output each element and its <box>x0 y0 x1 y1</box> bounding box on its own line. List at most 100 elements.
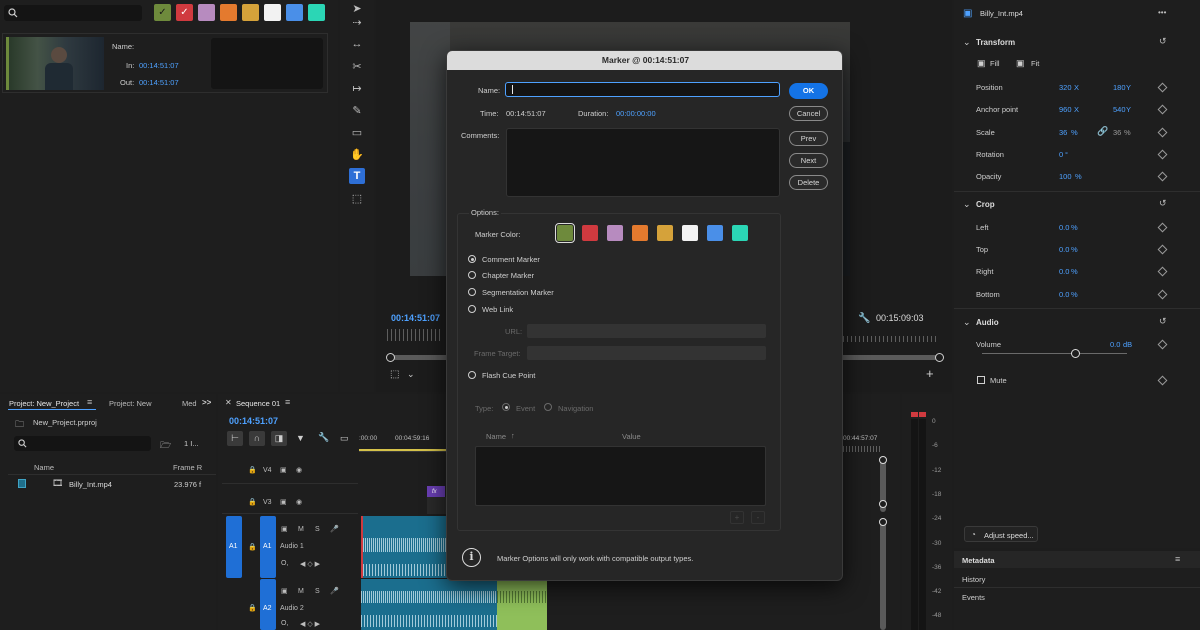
cancel-button[interactable]: Cancel <box>789 106 828 121</box>
safe-margins-icon[interactable]: ⬚ <box>390 369 399 380</box>
col-name-header[interactable]: Name <box>486 432 506 441</box>
rotation-value[interactable]: 0 <box>1059 150 1063 159</box>
delete-button[interactable]: Delete <box>789 175 828 190</box>
v-scroll-1-handle-bottom[interactable] <box>879 500 887 508</box>
transform-header[interactable]: Transform <box>976 38 1015 47</box>
crop-bottom-value[interactable]: 0.0 <box>1059 290 1069 299</box>
scroll-handle-left[interactable] <box>386 353 395 362</box>
marker-color-swatch[interactable] <box>582 225 598 241</box>
lock-icon[interactable]: 🔒 <box>248 466 257 474</box>
radio-segmentation-marker[interactable] <box>468 288 476 296</box>
marker-color-swatch[interactable] <box>555 223 575 243</box>
anchor-y-value[interactable]: 540 <box>1113 105 1126 114</box>
v-scroll-1-handle-top[interactable] <box>879 456 887 464</box>
track-select-icon[interactable]: ⇢ <box>349 14 365 30</box>
col-name[interactable]: Name <box>34 463 54 472</box>
scroll-handle-right[interactable] <box>935 353 944 362</box>
scale-value[interactable]: 36 <box>1059 128 1067 137</box>
mute-m-button[interactable]: M <box>298 588 304 595</box>
next-button[interactable]: Next <box>789 153 828 168</box>
comment-marker-label[interactable]: Comment Marker <box>482 255 540 264</box>
lock-icon[interactable]: 🔒 <box>248 604 257 612</box>
marker-color-swatch[interactable] <box>632 225 648 241</box>
type-event-label[interactable]: Event <box>516 404 535 413</box>
label-color-swatch[interactable]: ✓ <box>176 4 193 21</box>
radio-type-event[interactable] <box>502 403 510 411</box>
prev-button[interactable]: Prev <box>789 131 828 146</box>
audio-clip-a2-b[interactable] <box>497 579 547 630</box>
panel-menu-icon[interactable]: ••• <box>1158 8 1166 17</box>
mic-icon[interactable]: 🎤 <box>330 525 339 533</box>
chevron-down-icon[interactable]: ⌄ <box>963 317 971 328</box>
lock-icon[interactable]: 🔒 <box>248 543 257 551</box>
add-button-icon[interactable]: + <box>926 366 934 381</box>
insert-nest-icon[interactable]: ⊢ <box>227 431 243 446</box>
type-navigation-label[interactable]: Navigation <box>558 404 593 413</box>
keyframe-nav-icon[interactable]: ◀ ◇ ▶ <box>300 560 320 568</box>
tab-sequence[interactable]: Sequence 01 <box>236 399 280 408</box>
marker-color-swatch[interactable] <box>682 225 698 241</box>
cue-params-table[interactable] <box>475 446 766 506</box>
sync-lock-icon[interactable]: ▣ <box>280 498 287 506</box>
tab-project-2[interactable]: Project: New <box>109 399 152 408</box>
crop-header[interactable]: Crop <box>976 200 995 209</box>
web-link-label[interactable]: Web Link <box>482 305 513 314</box>
track-v3-label[interactable]: V3 <box>263 499 272 506</box>
radio-chapter-marker[interactable] <box>468 271 476 279</box>
track-target-a2[interactable]: A2 <box>260 579 276 630</box>
fit-icon[interactable]: ▣ <box>1016 58 1025 69</box>
marker-color-swatch[interactable] <box>732 225 748 241</box>
captions-icon[interactable]: ▭ <box>340 433 349 444</box>
linked-selection-icon[interactable]: ◨ <box>271 431 287 446</box>
fill-label[interactable]: Fill <box>990 59 1000 68</box>
program-current-time[interactable]: 00:14:51:07 <box>391 313 440 323</box>
hamburger-menu-icon[interactable]: ≡ <box>285 397 290 407</box>
ripple-edit-icon[interactable]: ↔ <box>349 36 365 52</box>
item-name[interactable]: Billy_Int.mp4 <box>69 480 112 489</box>
v-scroll-2[interactable] <box>880 520 886 630</box>
col-framerate[interactable]: Frame R <box>173 463 202 472</box>
comments-textarea[interactable] <box>506 128 780 197</box>
meter-clip-left[interactable] <box>911 412 918 417</box>
solo-s-button[interactable]: S <box>315 588 320 595</box>
razor-tool-icon[interactable]: ✂ <box>349 58 365 74</box>
eye-icon[interactable]: ◉ <box>296 498 302 506</box>
v3-clip[interactable] <box>427 497 447 514</box>
chevron-down-icon[interactable]: ⌄ <box>963 199 971 210</box>
crop-left-value[interactable]: 0.0 <box>1059 223 1069 232</box>
rectangle-tool-icon[interactable]: ▭ <box>349 124 365 140</box>
radio-comment-marker[interactable] <box>468 255 476 263</box>
track-v4-label[interactable]: V4 <box>263 467 272 474</box>
sort-up-icon[interactable]: ↑ <box>511 431 515 440</box>
timeline-timecode[interactable]: 00:14:51:07 <box>229 416 278 426</box>
sync-lock-icon[interactable]: ▣ <box>281 587 288 595</box>
lock-icon[interactable]: 🔒 <box>248 498 257 506</box>
crop-reset-icon[interactable]: ↺ <box>1159 198 1167 209</box>
sync-lock-icon[interactable]: ▣ <box>280 466 287 474</box>
crop-top-value[interactable]: 0.0 <box>1059 245 1069 254</box>
volume-slider-track[interactable] <box>982 353 1127 354</box>
slip-tool-icon[interactable]: ↦ <box>349 80 365 96</box>
radio-type-navigation[interactable] <box>544 403 552 411</box>
audio-reset-icon[interactable]: ↺ <box>1159 316 1167 327</box>
dialog-duration-value[interactable]: 00:00:00:00 <box>616 109 656 118</box>
mute-checkbox[interactable] <box>977 376 985 384</box>
vertical-type-icon[interactable]: ⬚ <box>349 190 365 206</box>
marker-name-input[interactable] <box>505 82 780 97</box>
chapter-marker-label[interactable]: Chapter Marker <box>482 271 534 280</box>
frame-target-input[interactable] <box>527 346 766 360</box>
type-tool-icon[interactable]: T <box>349 168 365 184</box>
tab-overflow-icon[interactable]: >> <box>202 398 211 407</box>
metadata-tab[interactable]: Metadata ≡ <box>954 551 1200 568</box>
item-label-color[interactable] <box>18 479 26 488</box>
label-color-swatch[interactable]: ✓ <box>154 4 171 21</box>
hamburger-menu-icon[interactable]: ≡ <box>1175 554 1180 564</box>
col-value-header[interactable]: Value <box>622 432 641 441</box>
ok-button[interactable]: OK <box>789 83 828 99</box>
label-color-swatch[interactable] <box>308 4 325 21</box>
transform-reset-icon[interactable]: ↺ <box>1159 36 1167 47</box>
keyframe-nav-icon[interactable]: ◀ ◇ ▶ <box>300 620 320 628</box>
hamburger-menu-icon[interactable]: ≡ <box>87 397 92 407</box>
search-field[interactable] <box>4 5 142 21</box>
label-color-swatch[interactable] <box>220 4 237 21</box>
